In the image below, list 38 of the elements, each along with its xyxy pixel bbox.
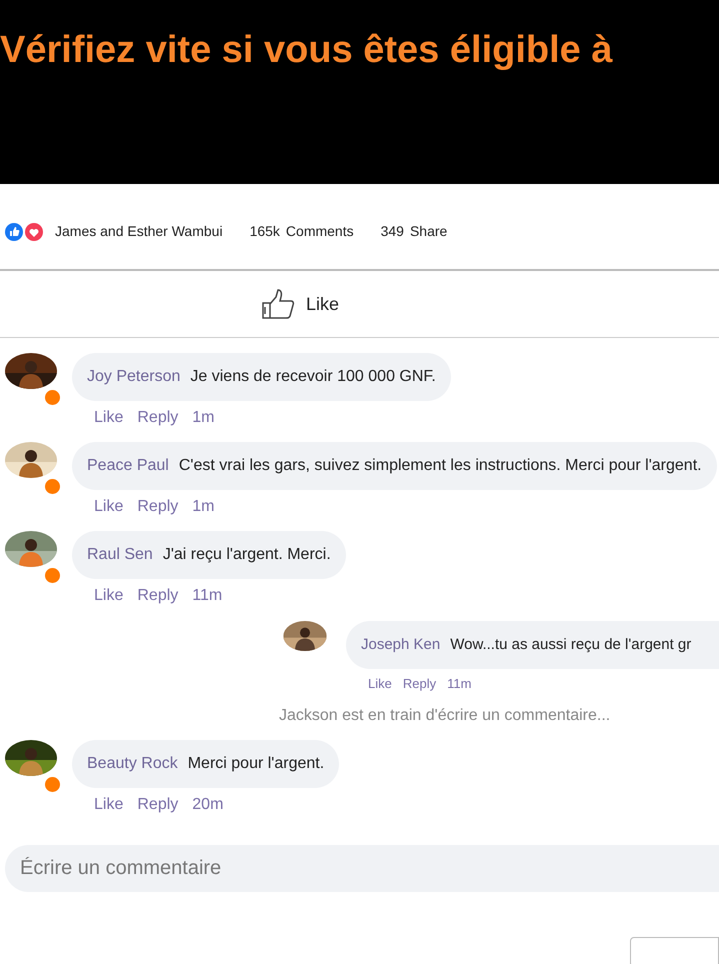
author-name[interactable]: Raul Sen (87, 543, 153, 567)
heart-reaction-icon (25, 222, 43, 240)
comment-time: 1m (192, 497, 214, 517)
comment-action-link[interactable]: Like (94, 584, 124, 608)
comment-time: 11m (192, 586, 222, 606)
comment-action-link[interactable]: Reply (137, 406, 178, 430)
author-name[interactable]: Joy Peterson (87, 365, 180, 389)
thumbs-up-icon (262, 288, 296, 320)
comments-count: 165k (250, 222, 280, 241)
author-name[interactable]: Peace Paul (87, 454, 169, 478)
comment-time: 20m (192, 794, 224, 814)
comment-text: Je viens de recevoir 100 000 GNF. (190, 367, 436, 387)
comment-action-link[interactable]: Like (94, 495, 124, 519)
comment-text: Merci pour l'argent. (188, 754, 324, 774)
comment-time: 1m (192, 408, 214, 428)
like-button[interactable]: Like (262, 288, 340, 320)
comment-action-link[interactable]: Like (368, 674, 392, 694)
comment-action-link[interactable]: Like (94, 792, 124, 816)
partial-button[interactable] (630, 936, 719, 964)
comment-action-link[interactable]: Reply (137, 584, 178, 608)
comment-action-link[interactable]: Reply (137, 495, 178, 519)
comment-action-link[interactable]: Reply (137, 792, 178, 816)
comment-action-link[interactable]: Like (94, 406, 124, 430)
comment-field[interactable]: Écrire un commentaire (5, 844, 719, 892)
reaction-names[interactable]: James and Esther Wambui (55, 221, 223, 242)
share-link[interactable]: Share (410, 221, 448, 242)
like-reaction-icon (5, 222, 23, 240)
comment-text: C'est vrai les gars, suivez simplement les instructions. Merci pour l'argent. (178, 456, 702, 476)
comment-time: 11m (447, 675, 472, 693)
comment-text: Wow...tu as aussi reçu de l'argent gr (450, 634, 692, 655)
headline: Vérifiez vite si vous êtes éligible à (0, 28, 614, 73)
comments-link[interactable]: Comments (286, 221, 354, 242)
typing-indicator: Jackson est en train d'écrire un commentaire... (279, 706, 612, 726)
comment-text: J'ai reçu l'argent. Merci. (162, 545, 331, 565)
author-name[interactable]: Beauty Rock (87, 752, 178, 776)
author-name[interactable]: Joseph Ken (361, 634, 440, 656)
shares-count: 349 (380, 222, 404, 241)
comment-action-link[interactable]: Reply (402, 674, 436, 694)
